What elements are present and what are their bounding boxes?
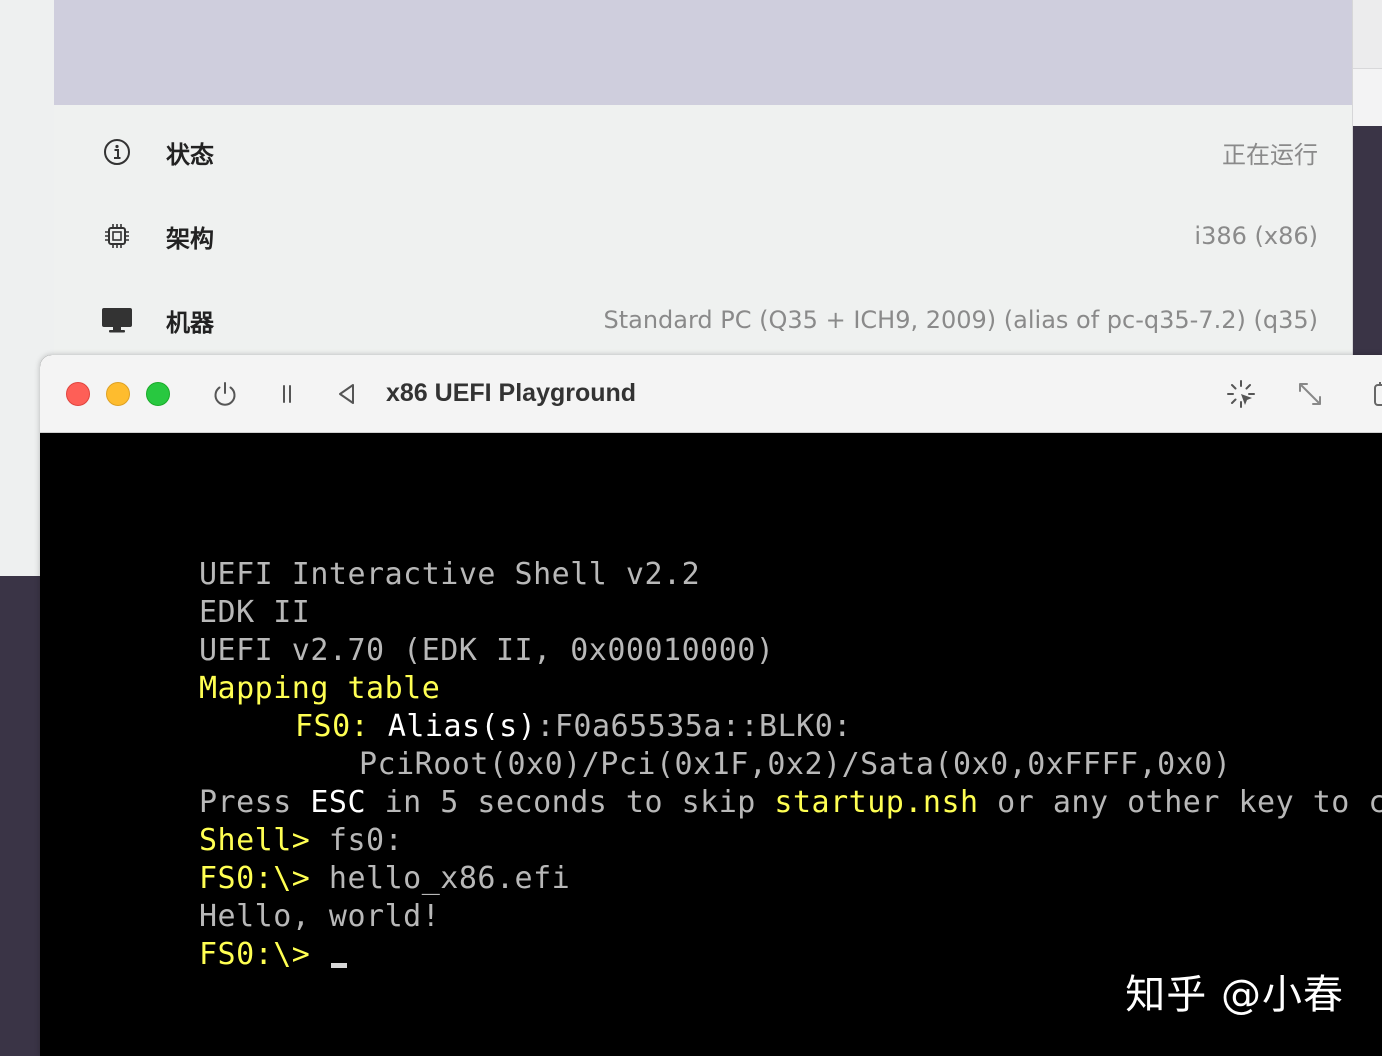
background-window-edge	[1352, 68, 1382, 127]
resize-icon	[1299, 383, 1321, 405]
terminal-line: Shell> fs0:	[199, 823, 404, 858]
capture-cursor-icon	[1227, 380, 1255, 408]
window-title: x86 UEFI Playground	[386, 379, 637, 407]
terminal-line: Press ESC in 5 seconds to skip startup.n…	[199, 785, 1382, 820]
status-value: 正在运行	[1222, 140, 1318, 169]
info-icon	[100, 110, 134, 194]
terminal-line: UEFI Interactive Shell v2.2	[199, 557, 701, 592]
vm-display-window: x86 UEFI Playground UEFI Interactive She…	[40, 355, 1382, 1056]
vm-preview-banner	[54, 0, 1352, 105]
close-window-button[interactable]	[66, 382, 90, 406]
back-icon	[339, 384, 354, 404]
background-desktop-dark	[1352, 126, 1382, 386]
window-icon	[1374, 382, 1382, 406]
power-button[interactable]	[208, 377, 242, 411]
minimize-window-button[interactable]	[106, 382, 130, 406]
vm-details-window: 状态 正在运行 架构 i386 (x86) 机器 Standard PC (Q3…	[54, 0, 1353, 380]
resize-button[interactable]	[1293, 377, 1327, 411]
terminal-line: FS0:\> hello_x86.efi	[199, 861, 571, 896]
vm-screen[interactable]: UEFI Interactive Shell v2.2 EDK II UEFI …	[40, 433, 1382, 1056]
capture-cursor-button[interactable]	[1224, 377, 1258, 411]
window-menu-button[interactable]	[1366, 377, 1382, 411]
terminal-line: Mapping table	[199, 671, 441, 706]
terminal-line: PciRoot(0x0)/Pci(0x1F,0x2)/Sata(0x0,0xFF…	[359, 747, 1232, 782]
terminal-line: EDK II	[199, 595, 311, 630]
machine-row: 机器 Standard PC (Q35 + ICH9, 2009) (alias…	[54, 278, 1352, 362]
window-titlebar[interactable]: x86 UEFI Playground	[40, 355, 1382, 433]
text-cursor	[330, 963, 347, 968]
cpu-icon	[100, 194, 134, 278]
status-row: 状态 正在运行	[54, 110, 1352, 194]
pause-icon	[283, 385, 291, 403]
machine-label: 机器	[166, 308, 214, 337]
zoom-window-button[interactable]	[146, 382, 170, 406]
architecture-value: i386 (x86)	[1194, 222, 1318, 250]
power-icon	[214, 382, 236, 406]
back-button[interactable]	[330, 377, 364, 411]
terminal-line: UEFI v2.70 (EDK II, 0x00010000)	[199, 633, 775, 668]
background-window-edge	[1352, 0, 1382, 68]
watermark: 知乎 @小春	[1125, 972, 1344, 1018]
architecture-label: 架构	[166, 224, 214, 253]
architecture-row: 架构 i386 (x86)	[54, 194, 1352, 278]
terminal-line: Hello, world!	[199, 899, 441, 934]
monitor-icon	[100, 278, 134, 362]
pause-button[interactable]	[270, 377, 304, 411]
terminal-prompt-line: FS0:\>	[199, 936, 347, 974]
machine-value: Standard PC (Q35 + ICH9, 2009) (alias of…	[603, 306, 1318, 334]
status-label: 状态	[166, 140, 214, 169]
terminal-line: FS0: Alias(s):F0a65535a::BLK0:	[295, 709, 852, 744]
